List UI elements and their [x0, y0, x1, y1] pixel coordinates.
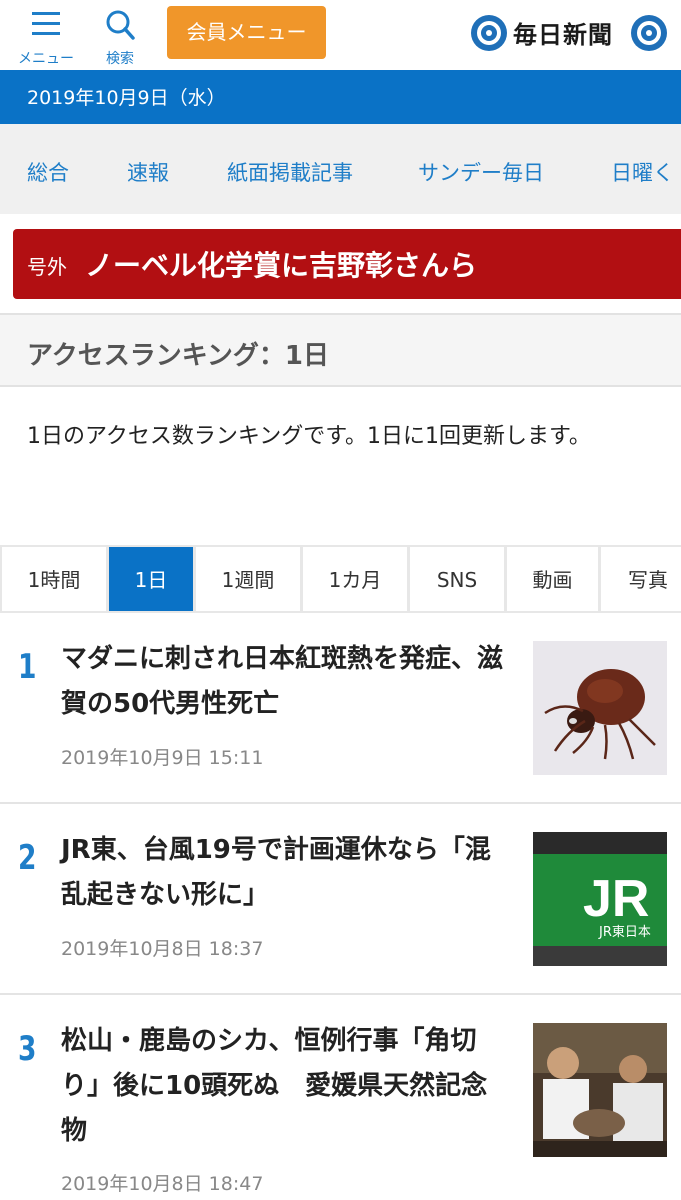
logo-emblem-right-icon	[631, 15, 667, 51]
tab-sns[interactable]: SNS	[410, 547, 504, 611]
category-nichiyou[interactable]: 日曜く	[611, 157, 674, 187]
article-title[interactable]: マダニに刺され日本紅斑熱を発症、滋賀の50代男性死亡	[61, 637, 511, 727]
article-thumbnail[interactable]	[533, 641, 667, 775]
rank-number: 1	[18, 647, 37, 687]
extra-headline: ノーベル化学賞に吉野彰さんら	[85, 249, 478, 282]
category-nav: 総合 速報 紙面掲載記事 サンデー毎日 日曜く	[0, 124, 681, 214]
tab-video[interactable]: 動画	[507, 547, 598, 611]
tab-1-month[interactable]: 1カ月	[303, 547, 407, 611]
current-date: 2019年10月9日（水）	[27, 87, 226, 109]
date-bar: 2019年10月9日（水）	[0, 70, 681, 124]
jr-sign-text: JR東日本	[598, 924, 651, 940]
rank-number: 3	[18, 1029, 37, 1069]
category-sunday-mainichi[interactable]: サンデー毎日	[418, 157, 544, 187]
tick-image	[533, 641, 667, 775]
ranking-item[interactable]: 2 JR東、台風19号で計画運休なら「混乱起きない形に」 2019年10月8日 …	[0, 804, 681, 994]
article-thumbnail[interactable]	[533, 1023, 667, 1157]
article-title[interactable]: 松山・鹿島のシカ、恒例行事「角切り」後に10頭死ぬ 愛媛県天然記念物	[61, 1019, 511, 1154]
svg-text:JR: JR	[583, 870, 649, 928]
site-header: メニュー 検索 会員メニュー 毎日新聞	[0, 0, 681, 70]
search-icon	[106, 10, 135, 40]
extra-tag: 号外	[27, 255, 67, 279]
ranking-description: 1日のアクセス数ランキングです。1日に1回更新します。	[27, 424, 591, 449]
logo-text: 毎日新聞	[513, 20, 613, 49]
ranking-title: アクセスランキング：1日	[27, 341, 330, 371]
search-button[interactable]: 検索	[88, 6, 152, 67]
search-label: 検索	[106, 51, 134, 67]
category-print-articles[interactable]: 紙面掲載記事	[227, 157, 353, 187]
tab-1-day[interactable]: 1日	[109, 547, 193, 611]
ranking-item[interactable]: 3 松山・鹿島のシカ、恒例行事「角切り」後に10頭死ぬ 愛媛県天然記念物 201…	[0, 995, 681, 1200]
jr-sign-image: JR JR東日本	[533, 832, 667, 966]
extra-edition-banner[interactable]: 号外 ノーベル化学賞に吉野彰さんら	[13, 229, 681, 299]
article-thumbnail[interactable]: JR JR東日本	[533, 832, 667, 966]
ranking-header: アクセスランキング：1日	[0, 315, 681, 385]
ranking-item[interactable]: 1 マダニに刺され日本紅斑熱を発症、滋賀の50代男性死亡 2019年10月9日 …	[0, 613, 681, 803]
article-title[interactable]: JR東、台風19号で計画運休なら「混乱起きない形に」	[61, 828, 511, 918]
article-date: 2019年10月8日 18:47	[61, 1173, 264, 1195]
deer-ceremony-image	[533, 1023, 667, 1157]
menu-label: メニュー	[18, 51, 74, 67]
tab-1-week[interactable]: 1週間	[196, 547, 300, 611]
member-menu-button[interactable]: 会員メニュー	[167, 6, 326, 59]
mainichi-logo[interactable]: 毎日新聞	[470, 12, 670, 56]
divider	[0, 385, 681, 387]
tab-photo[interactable]: 写真	[601, 547, 681, 611]
tab-1-hour[interactable]: 1時間	[2, 547, 106, 611]
article-date: 2019年10月8日 18:37	[61, 938, 264, 960]
menu-button[interactable]: メニュー	[14, 6, 78, 67]
category-breaking[interactable]: 速報	[127, 157, 169, 187]
rank-number: 2	[18, 838, 37, 878]
category-general[interactable]: 総合	[27, 157, 69, 187]
logo-emblem-left-icon	[471, 15, 507, 51]
ranking-period-tabs: 1時間 1日 1週間 1カ月 SNS 動画 写真	[0, 545, 681, 613]
hamburger-icon	[32, 12, 60, 35]
article-date: 2019年10月9日 15:11	[61, 747, 264, 769]
